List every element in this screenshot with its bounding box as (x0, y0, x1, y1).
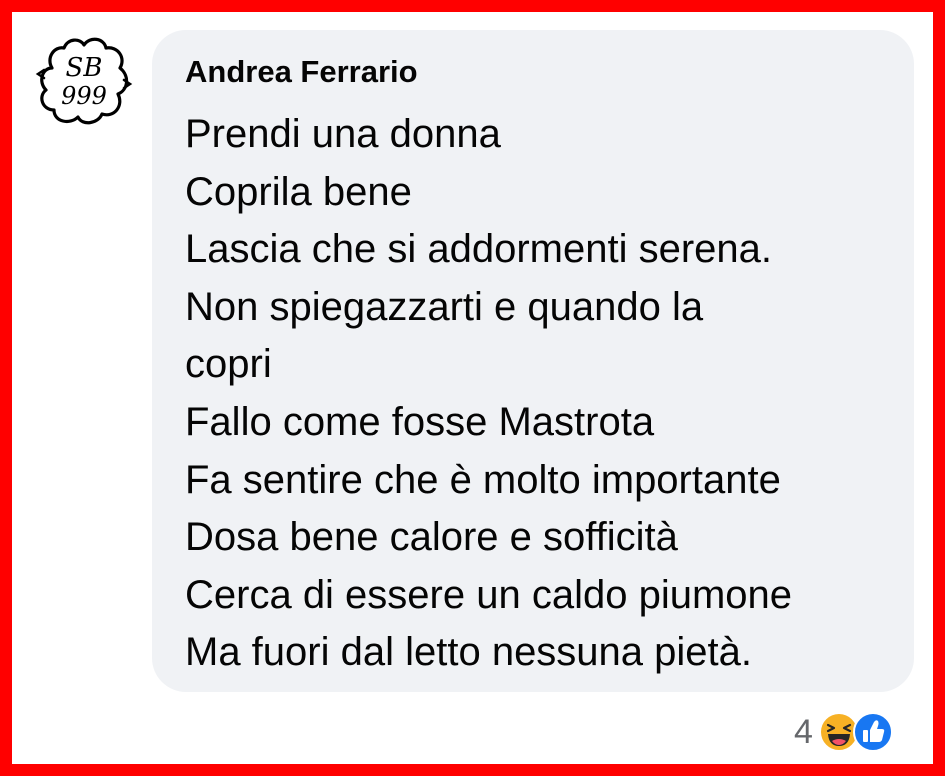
screenshot-frame: SB 999 Andrea Ferrario Prendi una donna … (12, 12, 933, 764)
avatar-text-line1: SB (66, 53, 103, 83)
comment-line: Fa sentire che è molto importante (185, 457, 781, 502)
comment-line: Cerca di essere un caldo piumone (185, 572, 793, 617)
thumbs-up-icon (852, 712, 893, 752)
comment-line: Coprila bene (185, 169, 412, 214)
comment-text: Prendi una donna Coprila bene Lascia che… (185, 106, 894, 682)
comment-line: Ma fuori dal letto nessuna pietà. (185, 630, 753, 675)
avatar[interactable]: SB 999 (34, 30, 134, 130)
comment-author[interactable]: Andrea Ferrario (185, 54, 418, 90)
comment-line: Dosa bene calore e sofficità (185, 515, 678, 560)
cloud-badge-icon: SB 999 (35, 37, 133, 125)
comment-line: Fallo come fosse Mastrota (185, 399, 655, 444)
reaction-summary[interactable]: 4 (794, 710, 893, 754)
comment-line: copri (185, 342, 272, 387)
reaction-count: 4 (794, 712, 813, 751)
comment-bubble: Andrea Ferrario Prendi una donna Coprila… (152, 30, 914, 692)
comment-line: Prendi una donna (185, 112, 501, 156)
avatar-text-line2: 999 (61, 82, 107, 110)
comment-line: Lascia che si addormenti serena. (185, 227, 772, 272)
comment-line: Non spiegazzarti e quando la (185, 284, 704, 329)
